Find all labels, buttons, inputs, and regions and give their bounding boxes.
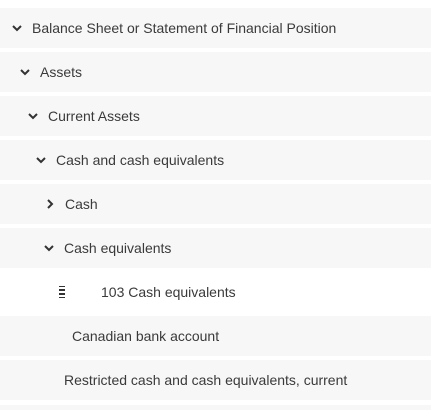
tree-row-cash[interactable]: Cash (0, 184, 431, 224)
tree-row-cash-and-cash-equivalents[interactable]: Cash and cash equivalents (0, 140, 431, 180)
tree-row-label: Restricted cash and cash equivalents, cu… (64, 372, 348, 388)
account-tree: Balance Sheet or Statement of Financial … (0, 0, 431, 410)
next-row-edge (0, 405, 431, 410)
tree-row-label: Cash and cash equivalents (56, 152, 225, 168)
tree-row-canadian-bank-account[interactable]: Canadian bank account (0, 316, 431, 356)
chevron-right-icon[interactable] (45, 199, 55, 209)
tree-row-103-cash-equivalents[interactable]: 103 Cash equivalents (0, 272, 431, 312)
tree-row-restricted-cash[interactable]: Restricted cash and cash equivalents, cu… (0, 360, 431, 400)
tree-row-label: Assets (40, 64, 83, 80)
tree-row-current-assets[interactable]: Current Assets (0, 96, 431, 136)
tree-row-label: Current Assets (48, 108, 140, 124)
tree-row-label: Cash equivalents (64, 240, 172, 256)
chevron-down-icon[interactable] (12, 23, 22, 33)
chevron-down-icon[interactable] (44, 243, 54, 253)
tree-row-label: Canadian bank account (72, 328, 220, 344)
drag-handle-icon[interactable] (59, 285, 65, 299)
chevron-down-icon[interactable] (28, 111, 38, 121)
tree-row-label: Balance Sheet or Statement of Financial … (32, 20, 337, 36)
tree-row-label: 103 Cash equivalents (101, 284, 236, 300)
chevron-down-icon[interactable] (20, 67, 30, 77)
tree-row-assets[interactable]: Assets (0, 52, 431, 92)
tree-row-label: Cash (65, 196, 98, 212)
tree-row-balance-sheet[interactable]: Balance Sheet or Statement of Financial … (0, 8, 431, 48)
tree-row-cash-equivalents[interactable]: Cash equivalents (0, 228, 431, 268)
chevron-down-icon[interactable] (36, 155, 46, 165)
